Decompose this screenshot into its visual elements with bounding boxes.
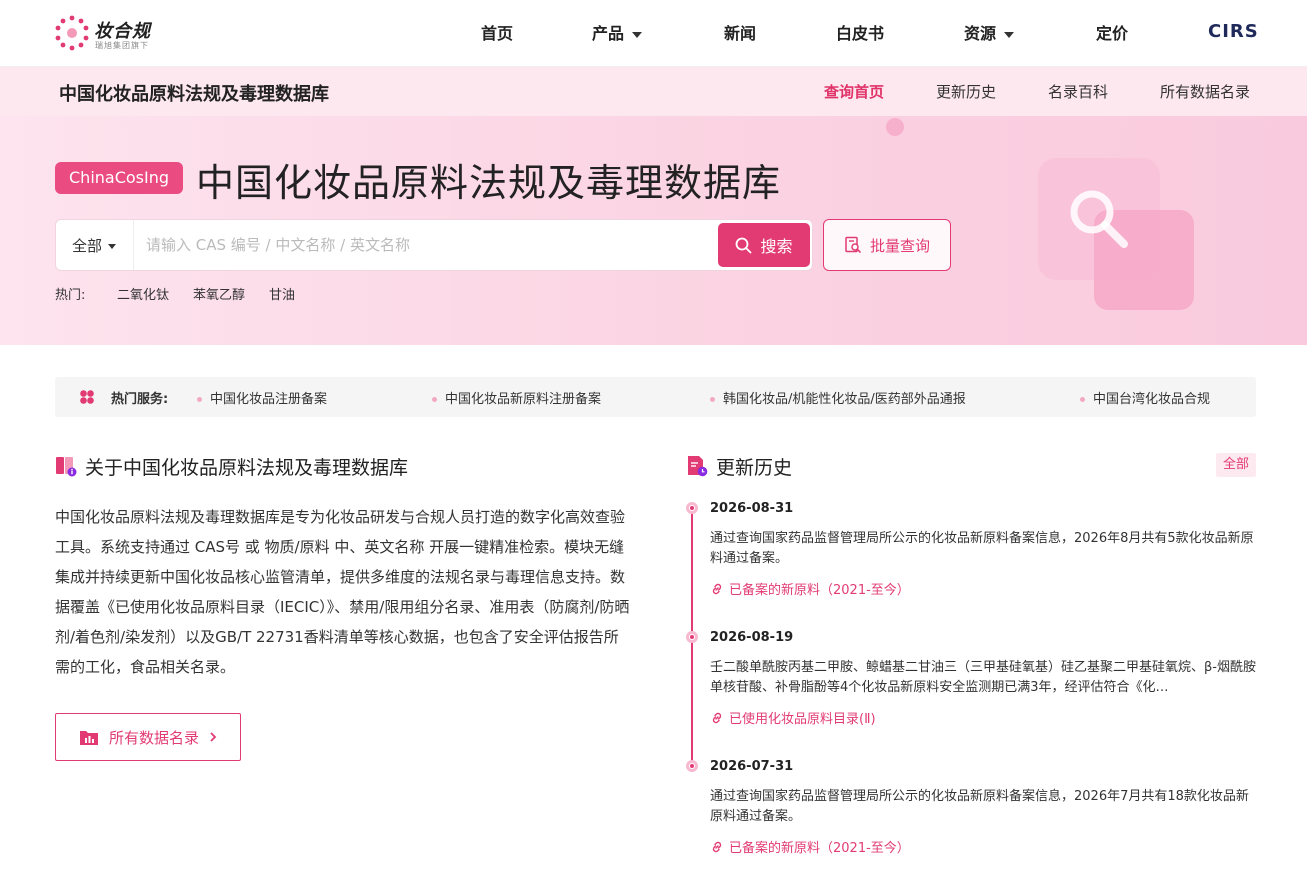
search-box: 全部 搜索 — [55, 219, 813, 271]
entry-link[interactable]: 已备案的新原料（2021-至今） — [710, 579, 910, 598]
nav-pricing[interactable]: 定价 — [1096, 22, 1128, 46]
top-nav: 妆合规 瑞旭集团旗下 首页 产品 新闻 白皮书 资源 定价 CIRS — [0, 0, 1307, 67]
caret-down-icon — [632, 31, 643, 38]
link-icon — [712, 712, 722, 723]
all-directories-button[interactable]: 所有数据名录 — [55, 713, 241, 761]
caret-down-icon — [108, 244, 117, 249]
nav-whitepaper[interactable]: 白皮书 — [836, 22, 884, 46]
hot-tag[interactable]: 二氧化钛 — [117, 284, 169, 303]
book-info-icon — [56, 457, 77, 477]
nav-products[interactable]: 产品 — [592, 22, 643, 46]
about-description: 中国化妆品原料法规及毒理数据库是专为化妆品研发与合规人员打造的数字化高效查验工具… — [55, 508, 630, 676]
history-all-button[interactable]: 全部 — [1216, 453, 1256, 477]
hot-services-bar: 热门服务: 中国化妆品注册备案 中国化妆品新原料注册备案 韩国化妆品/机能性化妆… — [55, 377, 1256, 417]
batch-search-icon — [845, 236, 861, 253]
hot-tag[interactable]: 苯氧乙醇 — [193, 284, 245, 303]
brand-subtitle: 瑞旭集团旗下 — [95, 41, 149, 50]
nav-resources[interactable]: 资源 — [964, 22, 1015, 46]
service-link[interactable]: 中国台湾化妆品合规 — [1080, 388, 1210, 407]
timeline-dot — [686, 760, 698, 772]
service-link[interactable]: 中国化妆品新原料注册备案 — [432, 388, 601, 407]
service-link[interactable]: 中国化妆品注册备案 — [197, 388, 327, 407]
decor-bubble — [886, 118, 904, 136]
link-icon — [712, 583, 722, 594]
entry-description: 壬二酸单酰胺丙基二甲胺、鲸蜡基二甘油三（三甲基硅氧基）硅乙基聚二甲基硅氧烷、β-… — [710, 660, 1256, 695]
link-icon — [712, 841, 722, 852]
search-icon — [736, 237, 752, 253]
batch-query-button[interactable]: 批量查询 — [823, 219, 951, 271]
logo-dots-icon — [55, 15, 89, 51]
nav-home[interactable]: 首页 — [481, 22, 513, 46]
divider — [133, 220, 134, 270]
subnav-update-history[interactable]: 更新历史 — [936, 81, 996, 102]
search-button[interactable]: 搜索 — [718, 223, 810, 267]
history-title: 更新历史 — [716, 457, 793, 479]
services-flower-icon — [80, 390, 94, 404]
hero-banner: ChinaCosIng 中国化妆品原料法规及毒理数据库 全部 搜索 批量查询 热… — [0, 116, 1307, 345]
hot-tag[interactable]: 甘油 — [269, 284, 295, 303]
cirs-logo[interactable]: CIRS — [1208, 21, 1259, 42]
entry-description: 通过查询国家药品监督管理局所公示的化妆品新原料备案信息，2026年8月共有5款化… — [710, 531, 1254, 566]
hero-title: 中国化妆品原料法规及毒理数据库 — [196, 161, 782, 205]
nav-news[interactable]: 新闻 — [724, 22, 756, 46]
search-input[interactable] — [144, 232, 704, 258]
entry-date: 2026-08-31 — [710, 501, 794, 516]
timeline-dot — [686, 631, 698, 643]
chinacosing-badge: ChinaCosIng — [55, 162, 184, 194]
search-scope-select[interactable]: 全部 — [72, 235, 117, 256]
entry-date: 2026-07-31 — [710, 759, 794, 774]
caret-down-icon — [1004, 31, 1015, 38]
service-link[interactable]: 韩国化妆品/机能性化妆品/医药部外品通报 — [710, 388, 966, 407]
services-label: 热门服务: — [111, 392, 169, 407]
hot-label: 热门: — [55, 288, 86, 303]
entry-link[interactable]: 已使用化妆品原料目录(Ⅱ) — [710, 708, 876, 727]
chart-folder-icon — [79, 731, 98, 745]
document-clock-icon — [688, 456, 708, 477]
logo[interactable]: 妆合规 瑞旭集团旗下 — [54, 14, 164, 54]
magnifier-decor-icon — [1070, 190, 1128, 248]
sub-nav: 中国化妆品原料法规及毒理数据库 查询首页 更新历史 名录百科 所有数据名录 — [0, 67, 1307, 116]
subnav-directory-wiki[interactable]: 名录百科 — [1048, 81, 1108, 102]
chevron-right-icon — [210, 732, 217, 742]
subnav-query-home[interactable]: 查询首页 — [824, 81, 884, 102]
entry-description: 通过查询国家药品监督管理局所公示的化妆品新原料备案信息，2026年7月共有18款… — [710, 789, 1249, 824]
database-title: 中国化妆品原料法规及毒理数据库 — [59, 84, 329, 105]
subnav-all-directories[interactable]: 所有数据名录 — [1160, 81, 1250, 102]
timeline-dot — [686, 502, 698, 514]
about-title: 关于中国化妆品原料法规及毒理数据库 — [85, 457, 409, 479]
entry-date: 2026-08-19 — [710, 630, 794, 645]
entry-link[interactable]: 已备案的新原料（2021-至今） — [710, 837, 910, 856]
